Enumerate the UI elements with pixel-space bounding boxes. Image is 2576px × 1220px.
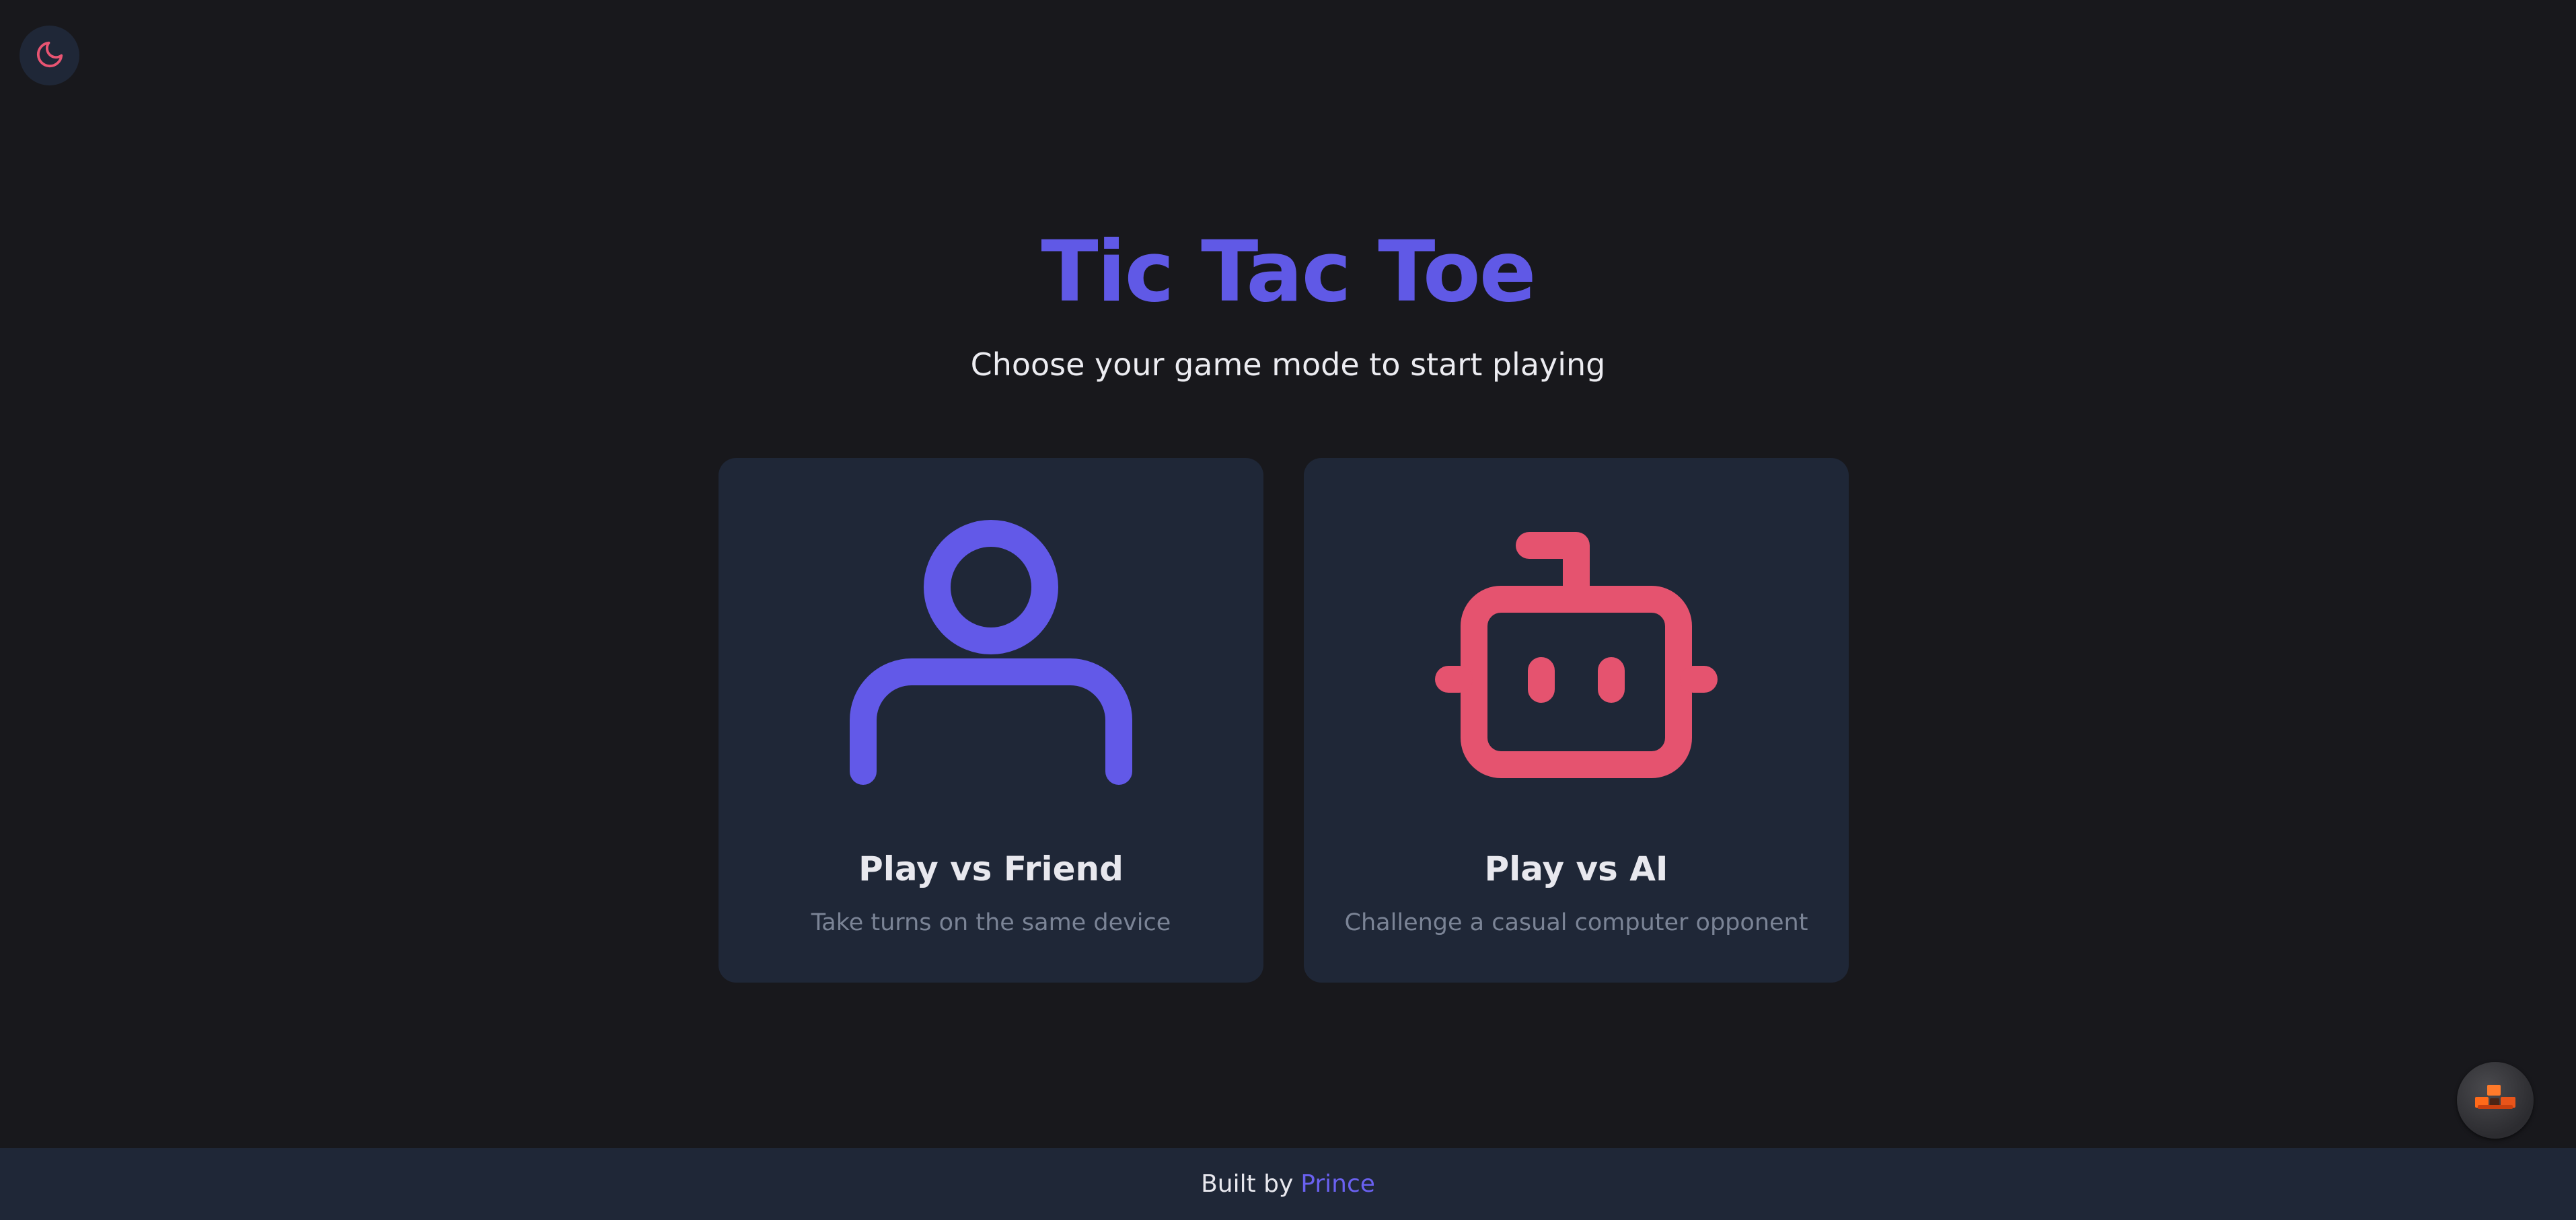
page-subtitle: Choose your game mode to start playing: [970, 346, 1606, 383]
user-icon: [850, 519, 1132, 801]
moon-icon: [34, 39, 65, 73]
blocks-logo-icon: [2470, 1082, 2521, 1118]
mode-card-ai[interactable]: Play vs AI Challenge a casual computer o…: [1304, 458, 1849, 983]
mode-card-friend[interactable]: Play vs Friend Take turns on the same de…: [719, 458, 1263, 983]
mode-title: Play vs AI: [1484, 849, 1668, 888]
floating-logo-button[interactable]: [2457, 1062, 2534, 1139]
mode-description: Take turns on the same device: [811, 909, 1171, 936]
footer: Built by Prince: [0, 1148, 2576, 1220]
mode-title: Play vs Friend: [858, 849, 1124, 888]
footer-credit-prefix: Built by: [1201, 1170, 1294, 1198]
footer-author-link[interactable]: Prince: [1300, 1170, 1375, 1198]
mode-description: Challenge a casual computer opponent: [1344, 909, 1808, 936]
page-title: Tic Tac Toe: [1041, 223, 1536, 321]
theme-toggle-button[interactable]: [20, 26, 79, 85]
robot-icon: [1435, 519, 1718, 801]
